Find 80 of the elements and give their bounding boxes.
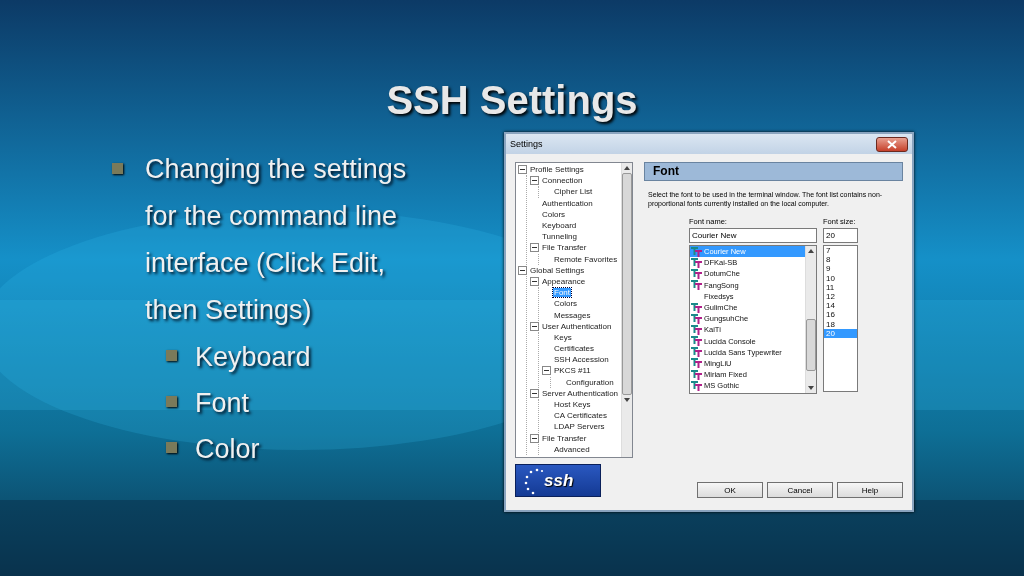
logo-text: ssh — [544, 470, 574, 491]
bullet-text: Font — [195, 387, 251, 420]
slide-title: SSH Settings — [386, 77, 638, 124]
tree-item[interactable]: Messages — [553, 310, 592, 320]
truetype-icon — [691, 324, 702, 335]
collapse-icon[interactable] — [530, 388, 539, 398]
truetype-icon — [691, 313, 702, 324]
tree-item[interactable]: Colors — [541, 209, 567, 219]
truetype-icon — [691, 302, 702, 313]
collapse-icon[interactable] — [530, 243, 539, 253]
tree-item[interactable]: Cipher List — [553, 187, 594, 197]
truetype-icon — [691, 369, 702, 380]
tree-item[interactable]: User Authentication — [541, 321, 613, 331]
size-option[interactable]: 8 — [824, 255, 857, 265]
dialog-button[interactable]: Cancel — [767, 482, 833, 498]
dialog-button[interactable]: OK — [697, 482, 763, 498]
tree-item[interactable]: Server Authentication — [541, 388, 620, 398]
tree-item[interactable]: Certificates — [553, 344, 595, 354]
tree-item[interactable]: Host Keys — [553, 400, 592, 410]
scroll-down-icon[interactable] — [624, 398, 630, 402]
size-option[interactable]: 9 — [824, 264, 857, 274]
size-option[interactable]: 10 — [824, 273, 857, 283]
close-button[interactable] — [876, 136, 908, 152]
tree-item[interactable]: Remote Favorites — [553, 254, 619, 264]
bullet-text: Color — [195, 433, 261, 466]
bullet-icon — [166, 442, 177, 453]
scrollbar[interactable] — [805, 246, 816, 393]
tree-item[interactable]: File Transfer — [541, 243, 588, 253]
truetype-icon — [691, 347, 702, 358]
dialog-button[interactable]: Help — [837, 482, 903, 498]
tree-item[interactable]: Keyboard — [541, 221, 578, 231]
font-size-field[interactable]: 20 — [823, 228, 858, 243]
tree-item[interactable]: PKCS #11 — [553, 366, 592, 376]
window-title: Settings — [510, 139, 543, 149]
close-icon — [887, 139, 897, 149]
tree-item[interactable]: CA Certificates — [553, 411, 608, 421]
collapse-icon[interactable] — [530, 321, 539, 331]
size-option[interactable]: 11 — [824, 282, 857, 292]
truetype-icon — [691, 257, 702, 268]
tree-item[interactable]: SSH Accession — [553, 355, 610, 365]
size-option[interactable]: 16 — [824, 310, 857, 320]
tree-item[interactable]: Appearance — [541, 276, 587, 286]
truetype-icon — [691, 336, 702, 347]
collapse-icon[interactable] — [518, 165, 527, 175]
collapse-icon[interactable] — [530, 276, 539, 286]
size-option[interactable]: 14 — [824, 301, 857, 311]
truetype-icon — [691, 246, 702, 257]
tree-item[interactable]: Keys — [553, 332, 573, 342]
tree-item[interactable]: Advanced — [553, 444, 591, 454]
scroll-up-icon[interactable] — [808, 249, 814, 253]
tree-item[interactable]: LDAP Servers — [553, 422, 606, 432]
tree-item[interactable]: Profile Settings — [529, 165, 585, 175]
bullet-text: Keyboard — [195, 341, 312, 374]
tree-item[interactable]: Connection — [541, 176, 584, 186]
tree-item[interactable]: Colors — [553, 299, 579, 309]
bullet-icon — [112, 163, 123, 174]
tree-item[interactable]: Tunneling — [541, 232, 578, 242]
panel-title: Font — [644, 162, 903, 181]
truetype-icon — [691, 358, 702, 369]
collapse-icon[interactable] — [530, 176, 539, 186]
truetype-icon — [691, 380, 702, 391]
size-option[interactable]: 12 — [824, 291, 857, 302]
bullet-icon — [166, 396, 177, 407]
font-name-field[interactable]: Courier New — [689, 228, 817, 243]
collapse-icon[interactable] — [530, 433, 539, 443]
collapse-icon[interactable] — [518, 265, 527, 275]
scroll-up-icon[interactable] — [624, 166, 630, 170]
bullet-text: Changing the settings for the command line interface (Click Edit, then Settings) — [145, 153, 408, 327]
tree-item[interactable]: Configuration — [565, 377, 615, 387]
tree-item[interactable]: File Transfer — [541, 433, 588, 443]
scrollbar[interactable] — [621, 163, 632, 457]
size-option[interactable]: 18 — [824, 319, 857, 329]
truetype-icon — [691, 268, 702, 279]
bullet-icon — [166, 350, 177, 361]
tree-item[interactable]: Global Settings — [529, 265, 586, 275]
scroll-down-icon[interactable] — [808, 386, 814, 390]
tree-item[interactable]: Authentication — [541, 198, 594, 208]
size-option[interactable]: 7 — [824, 246, 857, 256]
truetype-icon — [691, 280, 702, 291]
collapse-icon[interactable] — [542, 366, 551, 376]
